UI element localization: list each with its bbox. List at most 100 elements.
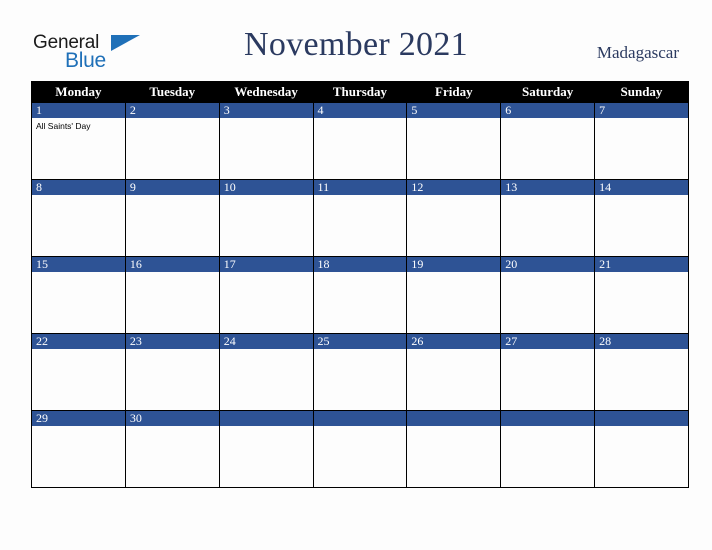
calendar-day-cell[interactable]: 22: [31, 333, 126, 411]
calendar-day-cell[interactable]: 19: [406, 256, 502, 334]
calendar-day-cell[interactable]: 23: [124, 333, 220, 411]
day-number: 9: [125, 180, 219, 195]
day-number: 29: [32, 411, 125, 426]
calendar-day-cell[interactable]: 9: [124, 179, 220, 257]
calendar-day-cell[interactable]: 7: [594, 102, 689, 180]
calendar-day-cell[interactable]: 26: [406, 333, 502, 411]
calendar-table: Monday Tuesday Wednesday Thursday Friday Satu…: [31, 81, 689, 488]
day-number: 10: [219, 180, 313, 195]
day-cell-body: [32, 195, 125, 256]
day-number: 23: [125, 334, 219, 349]
day-number: 16: [125, 257, 219, 272]
day-cell-body: [32, 349, 125, 410]
calendar-day-cell[interactable]: 29: [31, 410, 126, 488]
day-number: 2: [125, 103, 219, 118]
day-cell-body: [501, 272, 594, 333]
day-number: [219, 411, 313, 426]
calendar-header-row-group: Monday Tuesday Wednesday Thursday Friday Satu…: [31, 81, 689, 103]
weekday-header-wednesday: Wednesday: [218, 81, 314, 103]
day-cell-body: [595, 349, 688, 410]
weekday-header-monday: Monday: [31, 81, 126, 103]
calendar-empty-cell: [406, 410, 502, 488]
calendar-day-cell[interactable]: 24: [218, 333, 314, 411]
calendar-day-cell[interactable]: 15: [31, 256, 126, 334]
day-number: 28: [595, 334, 688, 349]
day-number: [407, 411, 501, 426]
calendar-day-cell[interactable]: 18: [312, 256, 408, 334]
day-cell-body: [314, 272, 407, 333]
day-cell-body: [32, 426, 125, 487]
day-cell-body: [220, 272, 313, 333]
day-number: 1: [32, 103, 125, 118]
calendar-week-row: 15 16 17 18 19 20 21: [31, 256, 689, 334]
weekday-header-friday: Friday: [406, 81, 502, 103]
calendar-day-cell[interactable]: 12: [406, 179, 502, 257]
day-number: 12: [407, 180, 501, 195]
calendar-container: Monday Tuesday Wednesday Thursday Friday Satu…: [31, 81, 689, 488]
day-cell-body: [407, 195, 500, 256]
calendar-day-cell[interactable]: 28: [594, 333, 689, 411]
weekday-header-tuesday: Tuesday: [124, 81, 220, 103]
calendar-day-cell[interactable]: 27: [500, 333, 596, 411]
day-number: [313, 411, 407, 426]
day-cell-body: [314, 426, 407, 487]
day-number: 11: [313, 180, 407, 195]
weekday-header-saturday: Saturday: [500, 81, 596, 103]
day-cell-body: [595, 272, 688, 333]
day-cell-body: [126, 272, 219, 333]
calendar-week-row: 29 30: [31, 410, 689, 488]
day-number: [501, 411, 595, 426]
calendar-empty-cell: [500, 410, 596, 488]
calendar-body: 1 All Saints' Day 2 3 4 5 6 7 8 9 10 11 12 13 14 15 16 17…: [31, 102, 689, 488]
day-cell-body: [501, 195, 594, 256]
day-cell-body: [126, 118, 219, 179]
day-cell-body: [501, 426, 594, 487]
calendar-day-cell[interactable]: 11: [312, 179, 408, 257]
day-cell-body: [407, 118, 500, 179]
calendar-empty-cell: [312, 410, 408, 488]
calendar-day-cell[interactable]: 20: [500, 256, 596, 334]
day-number: 30: [125, 411, 219, 426]
calendar-day-cell[interactable]: 14: [594, 179, 689, 257]
day-cell-body: [595, 195, 688, 256]
day-cell-body: [220, 349, 313, 410]
calendar-day-cell[interactable]: 13: [500, 179, 596, 257]
day-number: 24: [219, 334, 313, 349]
calendar-day-cell[interactable]: 1 All Saints' Day: [31, 102, 126, 180]
day-cell-body: [220, 426, 313, 487]
day-number: 3: [219, 103, 313, 118]
day-number: 13: [501, 180, 595, 195]
day-number: 26: [407, 334, 501, 349]
holiday-label: All Saints' Day: [36, 121, 91, 131]
calendar-day-cell[interactable]: 21: [594, 256, 689, 334]
weekday-header-thursday: Thursday: [312, 81, 408, 103]
day-number: 27: [501, 334, 595, 349]
calendar-day-cell[interactable]: 25: [312, 333, 408, 411]
day-cell-body: [595, 426, 688, 487]
day-number: 19: [407, 257, 501, 272]
day-cell-body: [407, 272, 500, 333]
day-number: 25: [313, 334, 407, 349]
day-cell-body: [32, 272, 125, 333]
day-cell-body: [220, 195, 313, 256]
calendar-day-cell[interactable]: 10: [218, 179, 314, 257]
calendar-day-cell[interactable]: 4: [312, 102, 408, 180]
weekday-header-row: Monday Tuesday Wednesday Thursday Friday Satu…: [31, 81, 689, 103]
calendar-day-cell[interactable]: 30: [124, 410, 220, 488]
calendar-day-cell[interactable]: 2: [124, 102, 220, 180]
day-number: 21: [595, 257, 688, 272]
page-header: General Blue November 2021 Madagascar: [0, 0, 712, 81]
day-cell-body: [407, 426, 500, 487]
day-number: 7: [595, 103, 688, 118]
calendar-day-cell[interactable]: 17: [218, 256, 314, 334]
calendar-day-cell[interactable]: 16: [124, 256, 220, 334]
calendar-day-cell[interactable]: 8: [31, 179, 126, 257]
calendar-day-cell[interactable]: 5: [406, 102, 502, 180]
day-number: 17: [219, 257, 313, 272]
day-cell-body: [314, 118, 407, 179]
calendar-day-cell[interactable]: 6: [500, 102, 596, 180]
day-cell-body: [314, 195, 407, 256]
calendar-day-cell[interactable]: 3: [218, 102, 314, 180]
calendar-week-row: 8 9 10 11 12 13 14: [31, 179, 689, 257]
day-cell-body: [126, 426, 219, 487]
